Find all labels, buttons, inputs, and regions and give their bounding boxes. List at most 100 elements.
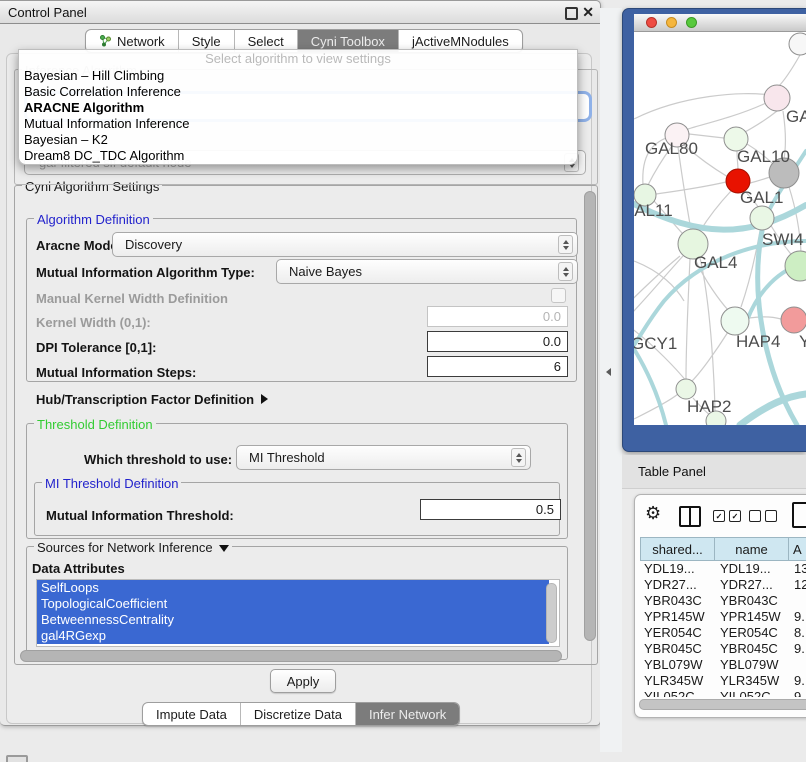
table-cell: 12 [790,577,806,593]
network-edge[interactable] [778,55,800,87]
close-icon[interactable]: ✕ [582,4,594,21]
checkbox-checked-icon: ✓ [713,510,725,522]
manual-kernel-width-checkbox[interactable] [551,288,566,303]
table-cell: YIL052C [640,689,715,697]
algorithm-option[interactable]: Dream8 DC_TDC Algorithm [19,148,577,164]
algorithm-option[interactable]: Mutual Information Inference [19,116,577,132]
list-scrollbar[interactable] [546,583,557,643]
table-cell: YIL052C [715,689,790,697]
checked-boxes-icon[interactable]: ✓ ✓ [713,510,741,522]
table-horizontal-scrollbar[interactable] [639,699,806,710]
table-row[interactable]: YLR345WYLR345W9. [640,673,806,689]
checkbox-unchecked-icon [749,510,761,522]
panel-divider[interactable] [600,8,622,752]
network-edge[interactable] [634,261,684,301]
hub-definition-label: Hub/Transcription Factor Definition [36,392,254,407]
table-panel-title: Table Panel [638,464,706,479]
network-view-window: GALGAL80GAL10GAL1GAL11SWI4GAL4HAP4YGCY1H… [622,8,806,452]
bottom-tab-discretize-data[interactable]: Discretize Data [241,703,356,725]
sources-expander[interactable]: Sources for Network Inference [34,540,232,555]
table-row[interactable]: YDR27...YDR27...12 [640,577,806,593]
table-cell: YDL19... [640,561,715,577]
which-threshold-select[interactable]: MI Threshold [236,445,531,470]
close-traffic-light-icon[interactable] [646,17,657,28]
node-unlabeled-top[interactable] [789,33,806,55]
network-edge[interactable] [656,182,726,194]
network-edge-highlighted[interactable] [634,349,666,425]
node-swi4[interactable] [750,206,774,230]
settings-horizontal-scrollbar[interactable] [20,650,562,662]
algorithm-option[interactable]: Basic Correlation Inference [19,84,577,100]
mi-algorithm-type-select[interactable]: Naive Bayes [276,259,578,284]
network-edge[interactable] [749,317,781,319]
column-header[interactable]: A [788,537,806,561]
mi-threshold-label: Mutual Information Threshold: [46,508,234,523]
screen: Control Panel ✕ NetworkStyleSelectCyni T… [0,0,806,762]
network-edge[interactable] [745,111,777,132]
network-canvas[interactable]: GALGAL80GAL10GAL1GAL11SWI4GAL4HAP4YGCY1H… [634,32,806,425]
mi-threshold-definition-label: MI Threshold Definition [42,476,181,491]
dpi-tolerance-input[interactable]: 0.0 [427,331,568,352]
table-row[interactable]: YER054CYER054C8. [640,625,806,641]
data-attribute-item[interactable]: SelfLoops [37,580,549,596]
checkbox-checked-icon: ✓ [729,510,741,522]
network-edge[interactable] [634,94,770,119]
collapsed-panel-icon[interactable] [6,755,28,762]
node-label: HAP2 [687,397,731,416]
network-edge[interactable] [692,332,728,381]
collapse-arrow-icon[interactable] [606,368,611,376]
aracne-mode-select[interactable]: Discovery [112,232,578,257]
network-window-titlebar[interactable] [634,14,806,32]
network-edge[interactable] [688,103,766,129]
network-edge[interactable] [689,134,724,138]
mi-steps-input[interactable]: 6 [427,356,568,377]
column-header[interactable]: shared... [640,537,715,561]
table-row[interactable]: YBR043CYBR043C [640,593,806,609]
table-row[interactable]: YDL19...YDL19...13 [640,561,806,577]
table-row[interactable]: YBL079WYBL079W [640,657,806,673]
table-cell: YBL079W [715,657,790,673]
bottom-tab-impute-data[interactable]: Impute Data [143,703,241,725]
settings-vertical-scrollbar[interactable] [584,191,596,641]
network-edge[interactable] [700,191,731,231]
data-attributes-list[interactable]: SelfLoopsTopologicalCoefficientBetweenne… [36,579,560,647]
node-salmon[interactable] [781,307,806,333]
node-hap4[interactable] [721,307,749,335]
kernel-width-input[interactable]: 0.0 [427,306,568,327]
network-edge[interactable] [750,177,770,183]
algorithm-option[interactable]: Bayesian – Hill Climbing [19,68,577,84]
table-row[interactable]: YIL052CYIL052C9. [640,689,806,697]
minimize-traffic-light-icon[interactable] [666,17,677,28]
column-split-icon[interactable] [679,506,701,527]
table-row[interactable]: YPR145WYPR145W9. [640,609,806,625]
data-attribute-item[interactable]: TopologicalCoefficient [37,596,549,612]
node-green-right[interactable] [785,251,806,281]
document-icon[interactable] [792,502,806,528]
table-horizontal-scrollbar-thumb[interactable] [639,699,806,710]
data-attribute-item[interactable]: BetweennessCentrality [37,612,549,628]
table-cell: YLR345W [715,673,790,689]
unchecked-boxes-icon[interactable] [749,510,777,522]
float-window-icon[interactable] [565,7,578,20]
apply-button[interactable]: Apply [270,669,336,693]
node-label: SWI4 [762,230,804,249]
table-row[interactable]: YBR045CYBR045C9. [640,641,806,657]
hub-definition-expander[interactable]: Hub/Transcription Factor Definition [36,392,268,407]
mi-algorithm-type-label: Mutual Information Algorithm Type: [36,265,255,280]
table-cell: YDL19... [715,561,790,577]
data-attribute-item[interactable]: gal4RGexp [37,628,549,644]
table-cell: 9. [790,689,806,697]
bottom-tabs: Impute DataDiscretize DataInfer Network [142,702,460,726]
control-panel-titlebar[interactable]: Control Panel ✕ [0,1,600,24]
zoom-traffic-light-icon[interactable] [686,17,697,28]
gear-icon[interactable]: ⚙ [645,503,661,524]
manual-kernel-width-label: Manual Kernel Width Definition [36,291,228,306]
node-hap2[interactable] [676,379,696,399]
column-header[interactable]: name [714,537,789,561]
algorithm-option[interactable]: ARACNE Algorithm [19,100,577,116]
stepper-icon [511,448,526,467]
algorithm-option[interactable]: Bayesian – K2 [19,132,577,148]
bottom-tab-infer-network[interactable]: Infer Network [356,703,459,725]
mi-threshold-input[interactable]: 0.5 [420,499,561,520]
which-threshold-label: Which threshold to use: [84,452,232,467]
